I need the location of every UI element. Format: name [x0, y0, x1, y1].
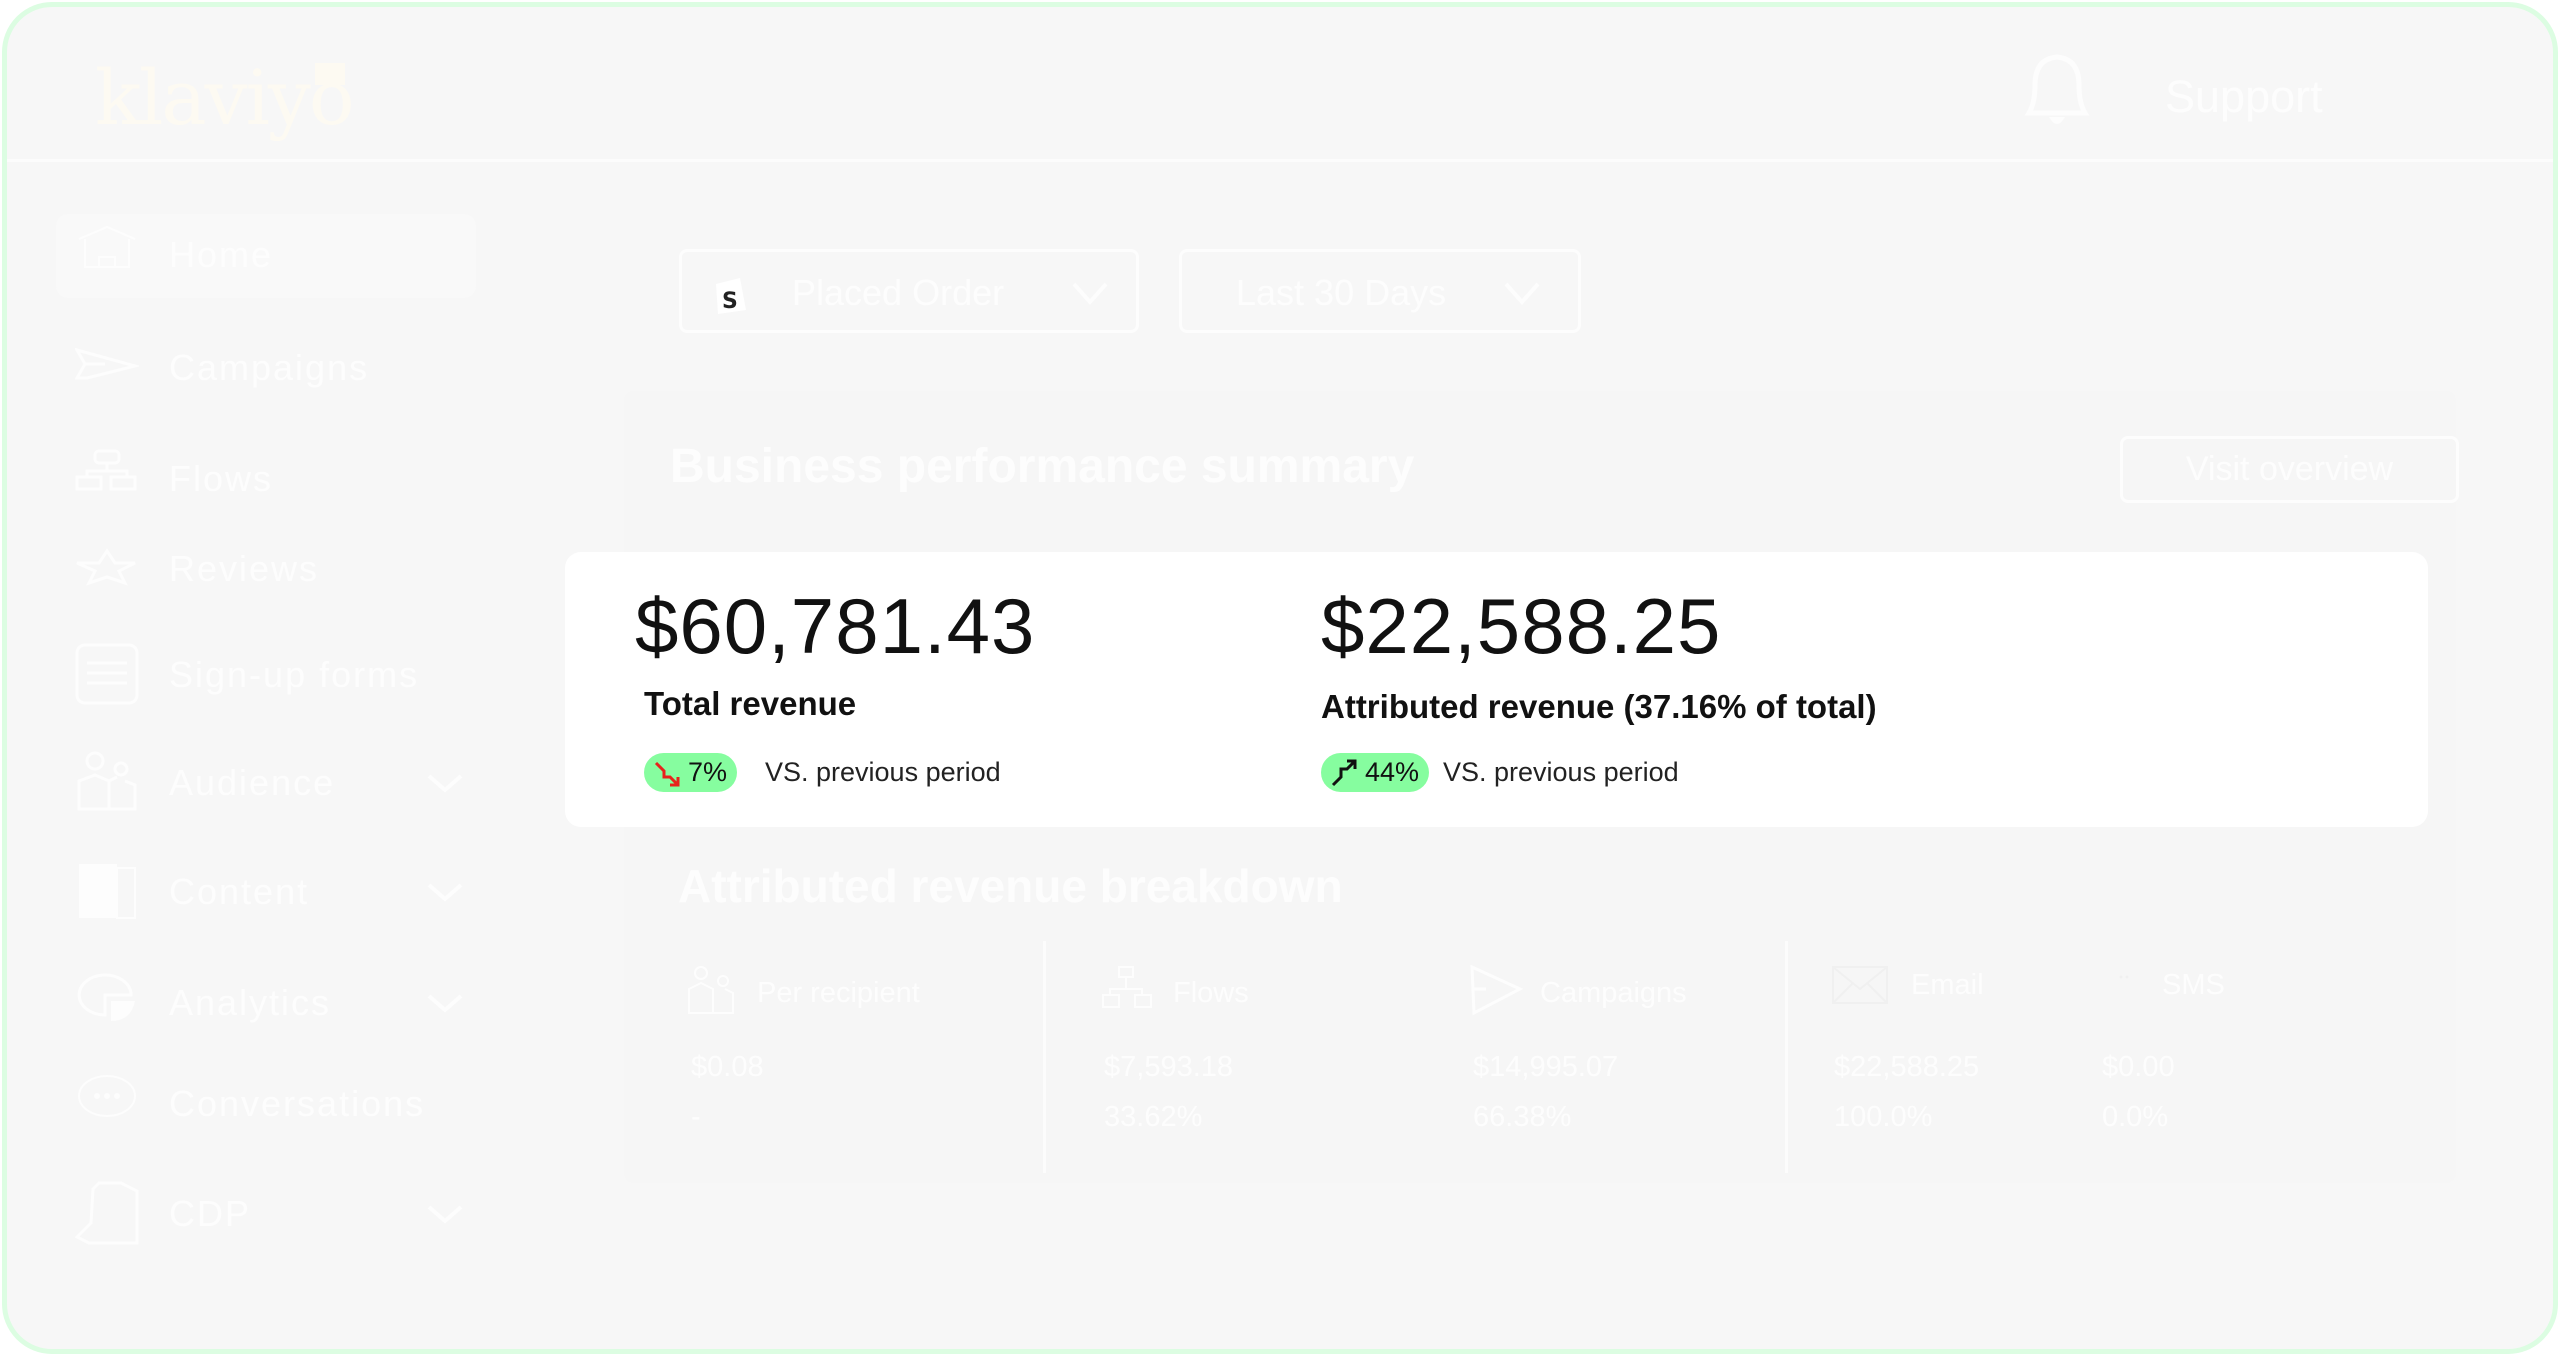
content-icon: [79, 864, 136, 919]
svg-text:S: S: [722, 289, 738, 314]
per-recipient-label: Per recipient: [757, 977, 920, 1009]
sidebar-item-label: Audience: [169, 762, 336, 803]
sidebar-item-label: Analytics: [169, 982, 332, 1023]
attributed-change-value: 44%: [1365, 757, 1420, 787]
chevron-down-icon[interactable]: [427, 772, 463, 794]
trend-down-icon: [654, 761, 680, 786]
chevron-down-icon: [1072, 282, 1108, 306]
sidebar-item-signup-forms[interactable]: Sign-up forms: [7, 635, 487, 715]
flows-icon: [1102, 966, 1152, 1008]
flows-pct: 33.62%: [1104, 1101, 1203, 1133]
flows-label: Flows: [1173, 977, 1249, 1009]
chevron-down-icon: [1504, 282, 1540, 306]
email-label: Email: [1911, 969, 1984, 1001]
campaigns-value: $14,995.07: [1473, 1051, 1619, 1083]
campaigns-pct: 66.38%: [1473, 1101, 1572, 1133]
sms-label: SMS: [2162, 969, 2225, 1001]
chevron-down-icon[interactable]: [427, 1203, 463, 1225]
sidebar-item-home[interactable]: Home: [7, 215, 487, 295]
users-icon: [77, 751, 137, 811]
sidebar-item-cdp[interactable]: CDP: [7, 1174, 487, 1254]
chevron-down-icon[interactable]: [427, 992, 463, 1014]
total-revenue-label: Total revenue: [644, 685, 857, 722]
total-change-value: 7%: [688, 757, 728, 787]
sms-pct: 0.0%: [2102, 1101, 2169, 1133]
attributed-revenue-label: Attributed revenue (37.16% of total): [1321, 688, 1877, 725]
column-divider: [1785, 941, 1788, 1173]
sidebar-item-label: Conversations: [169, 1083, 426, 1124]
send-icon: [75, 347, 139, 380]
form-icon: [75, 643, 139, 705]
users-icon: [688, 966, 734, 1014]
send-icon: [1470, 965, 1524, 1016]
sidebar-item-conversations[interactable]: Conversations: [7, 1064, 487, 1144]
shopify-icon: S: [716, 278, 746, 314]
flows-icon: [75, 449, 137, 491]
period-dropdown[interactable]: Last 30 Days: [1179, 249, 1581, 333]
sidebar-item-analytics[interactable]: Analytics: [7, 963, 487, 1043]
klaviyo-logo[interactable]: klaviyo: [95, 53, 355, 142]
sidebar-item-label: CDP: [169, 1193, 252, 1234]
trend-up-icon: [1331, 759, 1357, 786]
chart-icon: [77, 973, 135, 1021]
bell-icon[interactable]: [2017, 51, 2097, 135]
chat-icon: [78, 1075, 136, 1117]
header-divider: [7, 159, 2553, 162]
campaigns-label: Campaigns: [1540, 977, 1687, 1009]
metric-value: Placed Order: [792, 272, 1005, 313]
visit-overview-button[interactable]: Visit overview: [2120, 436, 2459, 503]
flows-value: $7,593.18: [1104, 1051, 1234, 1083]
sms-icon: [2112, 958, 2138, 1004]
email-pct: 100.0%: [1834, 1101, 1933, 1133]
total-vs-label: VS. previous period: [765, 757, 1001, 787]
star-icon: [76, 548, 136, 586]
sidebar-item-content[interactable]: Content: [7, 852, 487, 932]
home-icon: [78, 225, 136, 268]
email-icon: [1832, 966, 1888, 1004]
breakdown-title: Attributed revenue breakdown: [678, 860, 1343, 912]
chevron-down-icon[interactable]: [427, 881, 463, 903]
app-window: klaviyo Support Home Campaigns Flows Rev…: [2, 2, 2558, 1354]
sms-value: $0.00: [2102, 1051, 2175, 1083]
cdp-icon: [75, 1181, 139, 1245]
per-recipient-value: $0.08: [691, 1051, 764, 1083]
attributed-change-badge: 44%: [1321, 753, 1430, 792]
support-link[interactable]: Support: [2165, 71, 2323, 123]
attributed-revenue-value: $22,588.25: [1321, 582, 1722, 670]
panel-title: Business performance summary: [670, 440, 1415, 493]
sidebar-item-label: Campaigns: [169, 347, 370, 388]
per-recipient-pct: -: [691, 1101, 701, 1133]
email-value: $22,588.25: [1834, 1051, 1980, 1083]
sidebar-item-audience[interactable]: Audience: [7, 743, 487, 823]
metric-dropdown[interactable]: S Placed Order: [679, 249, 1139, 333]
sidebar-item-reviews[interactable]: Reviews: [7, 529, 487, 609]
sidebar-item-label: Reviews: [169, 548, 320, 589]
column-divider: [1043, 941, 1046, 1173]
period-value: Last 30 Days: [1236, 272, 1447, 313]
sidebar-item-label: Content: [169, 871, 310, 912]
total-revenue-value: $60,781.43: [635, 582, 1036, 670]
sidebar-item-flows[interactable]: Flows: [7, 439, 487, 519]
attributed-vs-label: VS. previous period: [1443, 757, 1679, 787]
total-change-badge: 7%: [644, 753, 738, 792]
sidebar-item-label: Flows: [169, 458, 274, 499]
logo-flag-icon: [315, 63, 345, 85]
sidebar-item-campaigns[interactable]: Campaigns: [7, 328, 487, 408]
sidebar-item-label: Sign-up forms: [169, 654, 420, 695]
sidebar-item-label: Home: [169, 234, 274, 275]
